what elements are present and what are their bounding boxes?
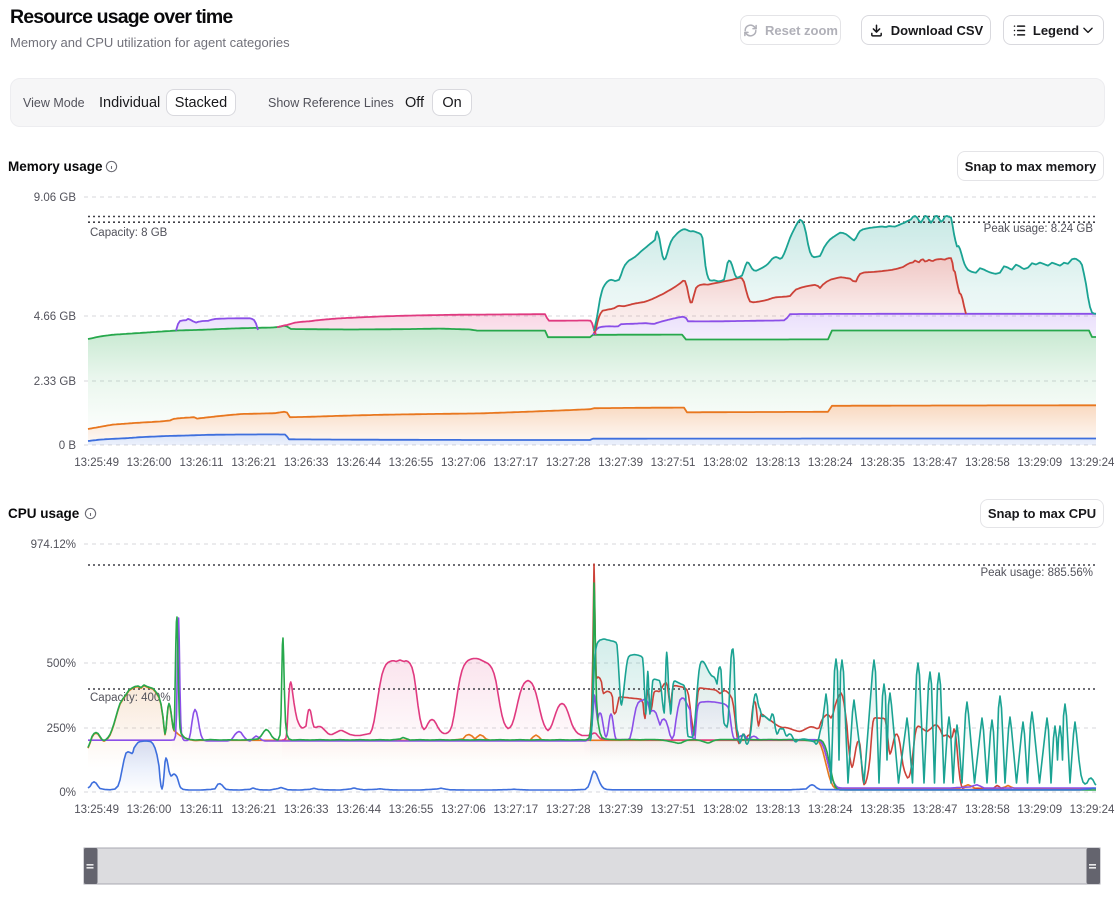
- svg-text:13:26:55: 13:26:55: [389, 804, 434, 816]
- svg-text:13:26:11: 13:26:11: [179, 804, 223, 816]
- svg-text:13:26:21: 13:26:21: [231, 804, 276, 816]
- svg-text:13:27:51: 13:27:51: [651, 804, 696, 816]
- svg-text:250%: 250%: [47, 723, 76, 735]
- svg-text:13:29:24: 13:29:24: [1070, 457, 1115, 469]
- svg-text:13:28:24: 13:28:24: [808, 457, 853, 469]
- svg-text:13:26:21: 13:26:21: [231, 457, 276, 469]
- svg-text:2.33 GB: 2.33 GB: [34, 376, 77, 388]
- svg-text:13:25:49: 13:25:49: [74, 457, 119, 469]
- svg-text:13:28:35: 13:28:35: [860, 457, 905, 469]
- svg-text:13:26:00: 13:26:00: [127, 804, 172, 816]
- svg-text:4.66 GB: 4.66 GB: [34, 311, 77, 323]
- svg-text:13:27:17: 13:27:17: [493, 804, 538, 816]
- svg-text:9.06 GB: 9.06 GB: [34, 192, 77, 204]
- svg-text:13:27:51: 13:27:51: [651, 457, 696, 469]
- svg-text:13:26:33: 13:26:33: [284, 457, 329, 469]
- svg-text:13:26:33: 13:26:33: [284, 804, 329, 816]
- svg-text:13:27:28: 13:27:28: [546, 804, 591, 816]
- svg-text:13:28:13: 13:28:13: [755, 804, 800, 816]
- svg-text:13:26:55: 13:26:55: [389, 457, 434, 469]
- svg-text:13:28:24: 13:28:24: [808, 804, 853, 816]
- svg-text:13:27:39: 13:27:39: [598, 804, 643, 816]
- svg-text:13:27:06: 13:27:06: [441, 457, 486, 469]
- svg-text:13:28:47: 13:28:47: [913, 457, 958, 469]
- svg-text:13:28:02: 13:28:02: [703, 457, 748, 469]
- svg-text:13:28:35: 13:28:35: [860, 804, 905, 816]
- svg-text:Capacity: 8 GB: Capacity: 8 GB: [90, 227, 168, 239]
- svg-text:13:26:11: 13:26:11: [179, 457, 223, 469]
- svg-text:Peak usage: 885.56%: Peak usage: 885.56%: [980, 567, 1093, 579]
- svg-text:500%: 500%: [47, 658, 76, 670]
- svg-text:13:25:49: 13:25:49: [74, 804, 119, 816]
- svg-text:974.12%: 974.12%: [31, 539, 76, 551]
- svg-text:0 B: 0 B: [59, 440, 77, 452]
- svg-text:13:27:28: 13:27:28: [546, 457, 591, 469]
- svg-text:13:27:06: 13:27:06: [441, 804, 486, 816]
- svg-text:13:28:58: 13:28:58: [965, 457, 1010, 469]
- svg-text:13:28:47: 13:28:47: [913, 804, 958, 816]
- svg-text:13:28:13: 13:28:13: [755, 457, 800, 469]
- svg-text:13:28:58: 13:28:58: [965, 804, 1010, 816]
- svg-text:13:26:44: 13:26:44: [336, 804, 381, 816]
- svg-text:Peak usage: 8.24 GB: Peak usage: 8.24 GB: [984, 223, 1094, 235]
- svg-text:0%: 0%: [59, 787, 76, 799]
- svg-text:13:28:02: 13:28:02: [703, 804, 748, 816]
- svg-text:13:27:39: 13:27:39: [598, 457, 643, 469]
- svg-text:13:29:09: 13:29:09: [1017, 457, 1062, 469]
- svg-text:13:27:17: 13:27:17: [493, 457, 538, 469]
- svg-text:13:26:00: 13:26:00: [127, 457, 172, 469]
- svg-text:13:29:24: 13:29:24: [1070, 804, 1115, 816]
- svg-text:13:26:44: 13:26:44: [336, 457, 381, 469]
- svg-text:13:29:09: 13:29:09: [1017, 804, 1062, 816]
